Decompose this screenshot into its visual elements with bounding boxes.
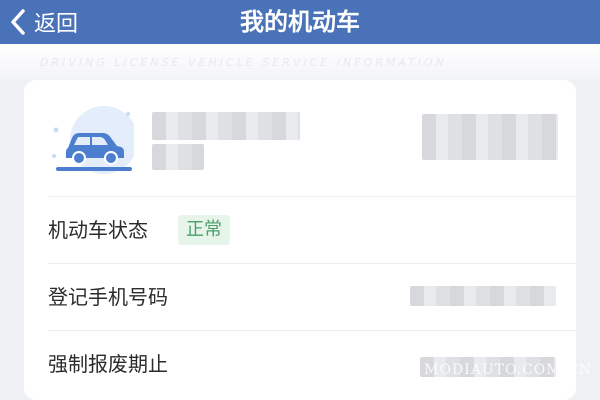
navbar: 返回 我的机动车 (0, 0, 600, 44)
redacted-plate-number (152, 112, 300, 140)
status-badge: 正常 (178, 215, 230, 245)
row-registered-phone[interactable]: 登记手机号码 (24, 264, 576, 330)
redacted-phone-number (410, 286, 556, 306)
banner: DRIVING LICENSE VEHICLE SERVICE INFORMAT… (0, 44, 600, 80)
redacted-vehicle-type (152, 144, 204, 170)
row-vehicle-status: 机动车状态 正常 (24, 197, 576, 263)
page-title: 我的机动车 (240, 8, 360, 36)
car-icon (48, 100, 138, 178)
row-label: 登记手机号码 (48, 285, 168, 309)
vehicle-card: 机动车状态 正常 登记手机号码 强制报废期止 (24, 80, 576, 400)
row-label: 机动车状态 (48, 218, 148, 242)
redacted-vehicle-info (422, 114, 558, 160)
row-label: 强制报废期止 (48, 352, 168, 376)
vehicle-summary-row[interactable] (24, 80, 576, 196)
banner-text: DRIVING LICENSE VEHICLE SERVICE INFORMAT… (40, 56, 447, 69)
watermark: MODIAUTO.COM.CN (424, 362, 592, 378)
